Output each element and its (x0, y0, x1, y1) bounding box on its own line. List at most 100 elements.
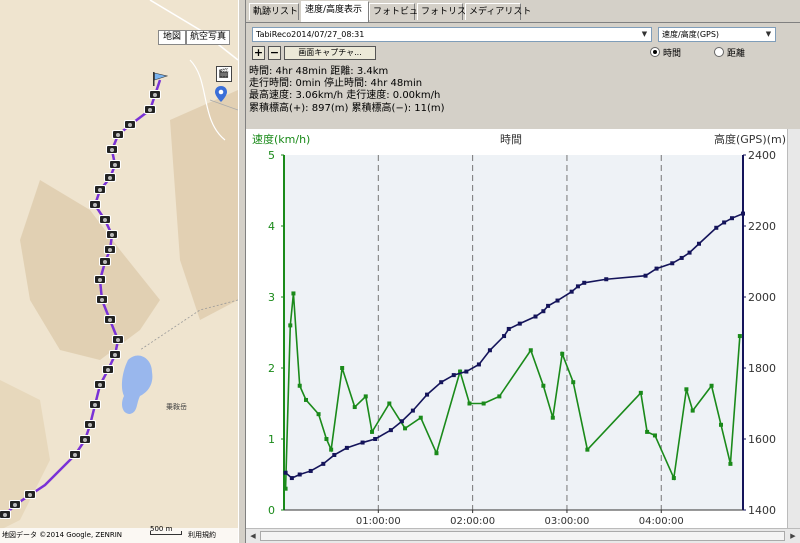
camera-marker-icon[interactable] (96, 295, 108, 304)
map-panel[interactable]: 地図 航空写真 🎬 乗鞍岳 地図データ ©2014 Google, ZENRIN… (0, 0, 238, 543)
camera-marker-icon[interactable] (89, 400, 101, 409)
camera-marker-icon[interactable] (144, 105, 156, 114)
zoom-out-button[interactable]: − (268, 46, 281, 60)
map-pin-icon[interactable] (215, 86, 227, 102)
data-point-altitude (289, 476, 294, 481)
tab-bar: 軌跡リスト 速度/高度表示 フォトビュー フォトリスト メディアリスト (246, 0, 800, 23)
map-type-map-button[interactable]: 地図 (158, 30, 186, 45)
plot-area (284, 155, 743, 510)
tab-track-list[interactable]: 軌跡リスト (249, 3, 299, 20)
vertical-scrollbar[interactable] (787, 129, 800, 528)
camera-marker-icon[interactable] (112, 130, 124, 139)
data-point-speed (560, 351, 565, 356)
y-right-tick-label: 2000 (748, 291, 776, 304)
radio-distance-label: 距離 (727, 49, 746, 59)
data-point-altitude (569, 289, 574, 294)
tab-photo-list[interactable]: フォトリスト (417, 3, 475, 20)
radio-time-label: 時間 (663, 49, 682, 59)
mode-select-value: 速度/高度(GPS) (662, 30, 720, 39)
camera-marker-icon[interactable] (89, 200, 101, 209)
data-point-speed (571, 380, 576, 385)
camera-marker-icon[interactable] (94, 275, 106, 284)
data-point-altitude (399, 419, 404, 424)
data-point-altitude (506, 326, 511, 331)
scroll-left-icon[interactable]: ◀ (247, 530, 259, 542)
camera-marker-icon[interactable] (99, 215, 111, 224)
zoom-in-button[interactable]: + (252, 46, 265, 60)
data-point-altitude (308, 468, 313, 473)
x-tick-label: 01:00:00 (356, 516, 401, 527)
camera-marker-icon[interactable] (102, 365, 114, 374)
data-point-speed (297, 383, 302, 388)
x-tick-label: 02:00:00 (450, 516, 495, 527)
camera-marker-icon[interactable] (149, 90, 161, 99)
camera-marker-icon[interactable] (84, 420, 96, 429)
map-terms-link[interactable]: 利用規約 (188, 528, 216, 543)
camera-marker-icon[interactable] (104, 173, 116, 182)
data-point-speed (645, 429, 650, 434)
film-marker-icon[interactable]: 🎬 (216, 66, 232, 82)
data-point-speed (352, 405, 357, 410)
y-left-tick-label: 4 (268, 220, 275, 233)
speed-altitude-chart[interactable]: 01:00:00 02:00:00 03:00:00 04:00:00 0 1 2 3 4 5 14… (246, 129, 787, 528)
data-point-altitude (321, 461, 326, 466)
camera-marker-icon[interactable] (69, 450, 81, 459)
tab-photo-view[interactable]: フォトビュー (369, 3, 427, 20)
map-footer: 地図データ ©2014 Google, ZENRIN 500 m 利用規約 (0, 525, 238, 543)
scroll-thumb[interactable] (260, 531, 785, 541)
data-point-altitude (696, 241, 701, 246)
radio-distance[interactable]: 距離 (714, 47, 745, 60)
data-point-speed (550, 415, 555, 420)
map-scale-bar (150, 531, 182, 535)
summary-line-speed: 最高速度: 3.06km/h 走行速度: 0.00km/h (249, 90, 441, 102)
map-type-satellite-button[interactable]: 航空写真 (186, 30, 230, 45)
data-point-altitude (464, 369, 469, 374)
camera-marker-icon[interactable] (99, 257, 111, 266)
camera-marker-icon[interactable] (109, 350, 121, 359)
y-left-tick-label: 2 (268, 362, 275, 375)
track-select[interactable]: TabiReco2014/07/27_08:31 ▼ (252, 27, 652, 42)
tab-media-list[interactable]: メディアリスト (465, 3, 531, 20)
camera-marker-icon[interactable] (79, 435, 91, 444)
camera-marker-icon[interactable] (24, 490, 36, 499)
data-point-altitude (332, 452, 337, 457)
horizontal-scrollbar[interactable]: ◀ ▶ (246, 528, 800, 543)
camera-marker-icon[interactable] (94, 185, 106, 194)
camera-marker-icon[interactable] (106, 145, 118, 154)
data-point-speed (316, 412, 321, 417)
mode-select[interactable]: 速度/高度(GPS) ▼ (658, 27, 776, 42)
y-left-tick-label: 3 (268, 291, 275, 304)
data-point-speed (541, 383, 546, 388)
camera-marker-icon[interactable] (112, 335, 124, 344)
data-point-altitude (533, 314, 538, 319)
camera-marker-icon[interactable] (106, 230, 118, 239)
chart-svg[interactable]: 01:00:00 02:00:00 03:00:00 04:00:00 0 1 2 3 4 5 14… (246, 129, 787, 528)
panel-splitter[interactable] (238, 0, 246, 543)
radio-time[interactable]: 時間 (650, 47, 681, 60)
camera-marker-icon[interactable] (124, 120, 136, 129)
map-canvas[interactable] (0, 0, 238, 543)
data-point-altitude (670, 261, 675, 266)
track-select-value: TabiReco2014/07/27_08:31 (256, 30, 365, 39)
scroll-right-icon[interactable]: ▶ (787, 530, 799, 542)
screen-capture-button[interactable]: 画面キャプチャ... (284, 46, 376, 60)
data-point-altitude (476, 362, 481, 367)
camera-marker-icon[interactable] (9, 500, 21, 509)
data-point-altitude (517, 321, 522, 326)
data-point-altitude (741, 211, 745, 216)
camera-marker-icon[interactable] (104, 245, 116, 254)
camera-marker-icon[interactable] (104, 315, 116, 324)
goal-flag-icon[interactable] (152, 72, 168, 86)
data-point-altitude (575, 284, 580, 289)
camera-marker-icon[interactable] (0, 510, 11, 519)
data-point-speed (728, 461, 733, 466)
data-point-altitude (722, 220, 727, 225)
camera-marker-icon[interactable] (94, 380, 106, 389)
camera-marker-icon[interactable] (109, 160, 121, 169)
data-point-speed (690, 408, 695, 413)
data-point-altitude (643, 273, 648, 278)
data-point-altitude (502, 334, 507, 339)
data-point-altitude (297, 472, 302, 477)
tab-speed-altitude[interactable]: 速度/高度表示 (301, 1, 369, 22)
data-point-altitude (344, 445, 349, 450)
